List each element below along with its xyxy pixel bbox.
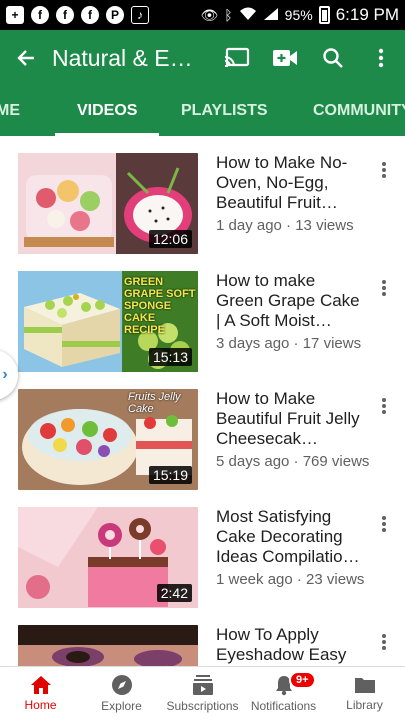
video-thumbnail[interactable]: GREEN GRAPE SOFT SPONGE CAKE RECIPE 15:1… xyxy=(18,271,198,372)
bluetooth-icon: ᛒ xyxy=(224,7,233,23)
tab-playlists[interactable]: PLAYLISTS xyxy=(181,86,268,136)
bottom-navigation: Home Explore Subscriptions 9+ Notificati… xyxy=(0,666,405,720)
battery-percent: 95% xyxy=(284,7,313,23)
video-thumbnail[interactable]: Fruits Jelly Cake 15:19 xyxy=(18,389,198,490)
create-video-icon[interactable] xyxy=(261,30,309,86)
video-duration: 15:13 xyxy=(148,348,192,366)
facebook-icon: f xyxy=(31,6,49,24)
add-box-icon: + xyxy=(6,6,24,24)
video-meta: 3 days ago · 17 views xyxy=(216,335,362,352)
video-item[interactable]: GREEN GRAPE SOFT SPONGE CAKE RECIPE 15:1… xyxy=(0,254,405,372)
eye-icon: 👁 xyxy=(200,6,219,23)
video-title[interactable]: How To Apply Eyeshadow Easy xyxy=(216,625,366,665)
battery-icon xyxy=(318,6,330,24)
more-vert-icon[interactable] xyxy=(376,278,392,298)
nav-label: Library xyxy=(346,698,383,712)
video-duration: 15:19 xyxy=(148,466,192,484)
video-item[interactable]: 12:06 How to Make No-Oven, No-Egg, Beaut… xyxy=(0,136,405,254)
video-duration: 2:42 xyxy=(156,584,192,602)
nav-label: Explore xyxy=(101,699,142,713)
nav-label: Subscriptions xyxy=(166,699,239,713)
cast-icon[interactable] xyxy=(213,30,261,86)
video-meta: 5 days ago · 769 views xyxy=(216,453,370,470)
video-list: 12:06 How to Make No-Oven, No-Egg, Beaut… xyxy=(0,136,405,666)
compass-icon xyxy=(111,675,132,695)
more-vert-icon[interactable] xyxy=(376,514,392,534)
subscriptions-icon xyxy=(192,675,213,695)
pinterest-icon: P xyxy=(106,6,124,24)
channel-title: Natural & Easy Cooking xyxy=(52,44,202,71)
tiktok-icon: ♪ xyxy=(131,6,149,24)
thumbnail-caption: Fruits Jelly Cake xyxy=(128,391,181,415)
video-title[interactable]: How to make Green Grape Cake | A Soft Mo… xyxy=(216,271,366,331)
wifi-icon xyxy=(239,7,257,24)
facebook-icon: f xyxy=(81,6,99,24)
nav-home[interactable]: Home xyxy=(0,667,81,720)
video-meta: 1 week ago · 23 views xyxy=(216,571,365,588)
video-item[interactable]: How To Apply Eyeshadow Easy xyxy=(0,608,405,666)
tab-videos[interactable]: VIDEOS xyxy=(55,86,160,136)
video-title[interactable]: How to Make No-Oven, No-Egg, Beautiful F… xyxy=(216,153,366,213)
video-thumbnail[interactable]: 2:42 xyxy=(18,507,198,608)
tab-home[interactable]: HOME xyxy=(0,86,20,136)
video-title[interactable]: Most Satisfying Cake Decorating Ideas Co… xyxy=(216,507,366,567)
channel-tabs: HOME VIDEOS PLAYLISTS COMMUNITY xyxy=(0,86,405,136)
video-item[interactable]: Fruits Jelly Cake 15:19 How to Make Beau… xyxy=(0,372,405,490)
nav-label: Home xyxy=(24,698,57,712)
nav-library[interactable]: Library xyxy=(324,667,405,720)
search-icon[interactable] xyxy=(309,30,357,86)
tab-community[interactable]: COMMUNITY xyxy=(313,86,405,136)
back-arrow-icon[interactable] xyxy=(0,30,52,86)
nav-explore[interactable]: Explore xyxy=(81,667,162,720)
notification-count-badge: 9+ xyxy=(289,671,316,689)
video-thumbnail[interactable]: 12:06 xyxy=(18,153,198,254)
more-vert-icon[interactable] xyxy=(357,30,405,86)
video-item[interactable]: 2:42 Most Satisfying Cake Decorating Ide… xyxy=(0,490,405,608)
more-vert-icon[interactable] xyxy=(376,632,392,652)
thumbnail-caption: GREEN GRAPE SOFT SPONGE CAKE RECIPE xyxy=(124,276,196,336)
video-duration: 12:06 xyxy=(148,230,192,248)
more-vert-icon[interactable] xyxy=(376,160,392,180)
signal-icon xyxy=(263,7,279,24)
video-thumbnail[interactable] xyxy=(18,625,198,666)
app-bar: Natural & Easy Cooking xyxy=(0,30,405,86)
home-icon xyxy=(30,676,51,694)
clock-time: 6:19 PM xyxy=(335,5,399,24)
library-folder-icon xyxy=(354,678,375,693)
facebook-icon: f xyxy=(56,6,74,24)
video-meta: 1 day ago · 13 views xyxy=(216,217,354,234)
nav-subscriptions[interactable]: Subscriptions xyxy=(162,667,243,720)
nav-label: Notifications xyxy=(250,699,317,713)
more-vert-icon[interactable] xyxy=(376,396,392,416)
video-title[interactable]: How to Make Beautiful Fruit Jelly Cheese… xyxy=(216,389,366,449)
nav-notifications[interactable]: 9+ Notifications xyxy=(243,667,324,720)
status-bar: + f f f P ♪ 👁 ᛒ 95% 6:19 PM xyxy=(0,0,405,30)
